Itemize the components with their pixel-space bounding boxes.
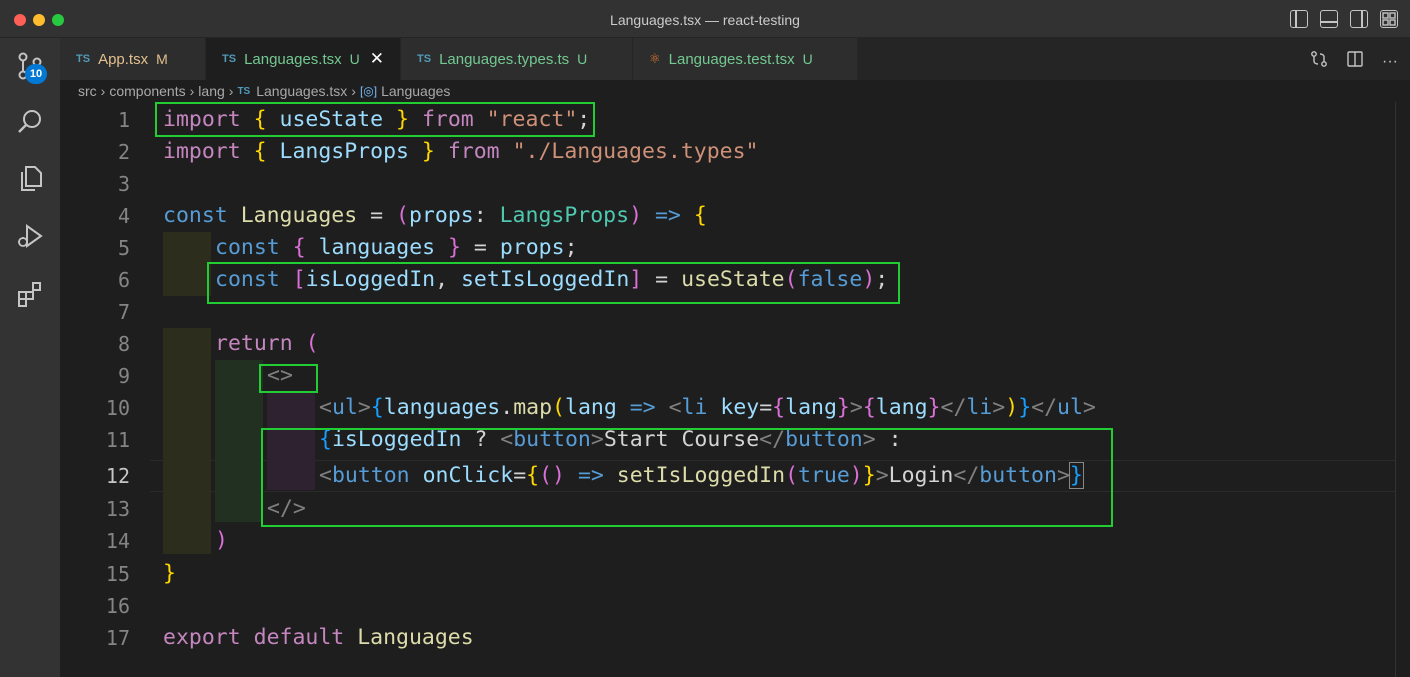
line-number: 1 <box>117 108 130 132</box>
chevron-right-icon: › <box>100 83 106 99</box>
code-line-14: ) <box>215 528 228 553</box>
extensions-icon[interactable] <box>14 278 46 310</box>
toggle-panel-icon[interactable] <box>1320 10 1338 28</box>
highlight-box-import <box>155 102 595 137</box>
chevron-right-icon: › <box>228 83 234 99</box>
line-number-current: 12 <box>105 464 130 488</box>
search-icon[interactable] <box>14 106 46 138</box>
line-number: 15 <box>105 562 130 586</box>
line-number: 17 <box>105 626 130 650</box>
close-tab-icon[interactable]: ✕ <box>370 49 384 69</box>
line-number: 10 <box>105 396 130 420</box>
editor-actions: ··· <box>1310 50 1398 73</box>
toggle-secondary-sidebar-icon[interactable] <box>1350 10 1368 28</box>
chevron-right-icon: › <box>189 83 195 99</box>
chevron-right-icon: › <box>351 83 356 99</box>
activity-bar: 10 <box>0 38 60 677</box>
layout-controls <box>1290 10 1398 28</box>
breadcrumb-item-file[interactable]: Languages.tsx <box>256 83 347 99</box>
symbol-icon: [◎] <box>359 84 378 98</box>
run-and-debug-icon[interactable] <box>14 220 46 252</box>
code-line-10: <ul>{languages.map(lang => <li key={lang… <box>319 395 1096 420</box>
code-line-15: } <box>163 561 176 586</box>
typescript-file-icon: TS <box>222 53 237 65</box>
title-bar: Languages.tsx — react-testing <box>0 0 1410 38</box>
line-number: 4 <box>117 204 130 228</box>
tab-languages-types-ts[interactable]: TS Languages.types.ts U <box>401 38 633 80</box>
breadcrumb: src › components › lang › TS Languages.t… <box>60 80 1410 102</box>
more-actions-icon[interactable]: ··· <box>1382 53 1398 71</box>
tab-status: U <box>577 51 588 67</box>
tab-label: Languages.tsx <box>244 50 342 68</box>
tab-languages-tsx[interactable]: TS Languages.tsx U ✕ <box>206 38 401 80</box>
code-line-5: const { languages } = props; <box>215 235 578 260</box>
typescript-file-icon: TS <box>417 53 432 65</box>
line-number: 8 <box>117 332 130 356</box>
window-title: Languages.tsx — react-testing <box>610 12 800 28</box>
typescript-file-icon: TS <box>76 53 91 65</box>
indent-guide <box>163 232 211 296</box>
breadcrumb-item-components[interactable]: components <box>109 83 185 99</box>
explorer-files-icon[interactable] <box>14 162 46 194</box>
line-number: 6 <box>117 268 130 292</box>
source-control-badge: 10 <box>25 64 47 84</box>
indent-guide <box>215 360 263 392</box>
breadcrumb-item-symbol[interactable]: Languages <box>381 83 450 99</box>
breadcrumb-item-src[interactable]: src <box>78 83 97 99</box>
tab-label: Languages.types.ts <box>439 50 570 68</box>
line-number: 7 <box>117 300 130 324</box>
tab-status: M <box>156 51 168 67</box>
tab-status: U <box>349 51 360 67</box>
indent-guide <box>163 328 211 554</box>
line-number: 5 <box>117 236 130 260</box>
code-line-2: import { LangsProps } from "./Languages.… <box>163 139 759 164</box>
line-number: 16 <box>105 594 130 618</box>
customize-layout-icon[interactable] <box>1380 10 1398 28</box>
toggle-primary-sidebar-icon[interactable] <box>1290 10 1308 28</box>
highlight-box-conditional <box>261 428 1113 527</box>
editor-tabs: TS App.tsx M TS Languages.tsx U ✕ TS Lan… <box>60 38 1410 80</box>
tab-label: App.tsx <box>98 50 149 68</box>
code-line-17: export default Languages <box>163 625 474 650</box>
line-number: 11 <box>105 428 130 452</box>
react-icon: ⚛ <box>649 51 661 66</box>
highlight-box-fragment-open <box>259 364 318 393</box>
line-number: 13 <box>105 497 130 521</box>
line-number: 14 <box>105 529 130 553</box>
tab-languages-test-tsx[interactable]: ⚛ Languages.test.tsx U <box>633 38 858 80</box>
line-number: 2 <box>117 140 130 164</box>
highlight-box-usestate <box>207 262 900 304</box>
line-number: 9 <box>117 364 130 388</box>
breadcrumb-item-lang[interactable]: lang <box>198 83 224 99</box>
line-number: 3 <box>117 172 130 196</box>
indent-guide <box>215 392 263 522</box>
code-line-4: const Languages = (props: LangsProps) =>… <box>163 203 707 228</box>
code-editor[interactable]: 1 2 3 4 5 6 7 8 9 10 11 12 13 14 15 16 1… <box>60 102 1395 677</box>
tab-status: U <box>802 51 813 67</box>
typescript-file-icon: TS <box>237 85 251 97</box>
split-editor-icon[interactable] <box>1346 50 1364 73</box>
open-changes-icon[interactable] <box>1310 50 1328 73</box>
tab-label: Languages.test.tsx <box>668 50 795 68</box>
tab-app-tsx[interactable]: TS App.tsx M <box>60 38 206 80</box>
editor-scrollbar[interactable] <box>1395 102 1410 677</box>
code-line-8: return ( <box>215 331 319 356</box>
